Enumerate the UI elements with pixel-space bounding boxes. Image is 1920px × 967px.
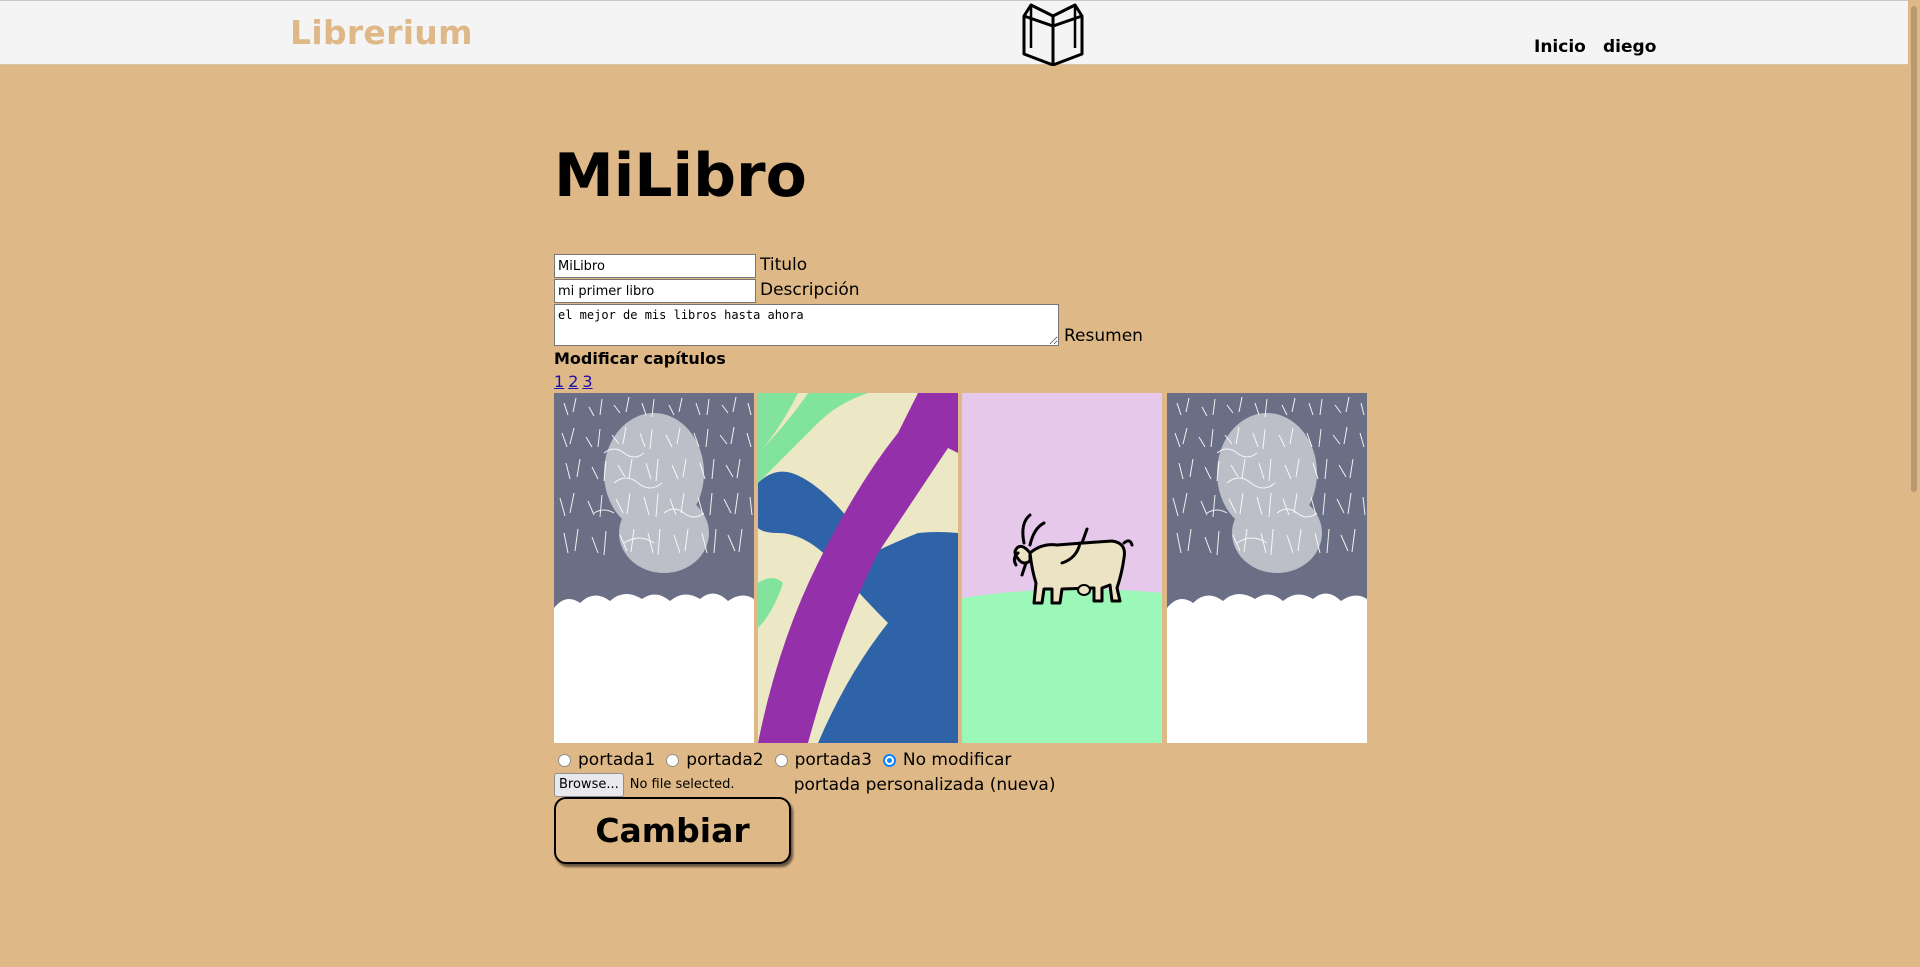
abstract-stripes-cover[interactable] [758, 393, 958, 743]
nav-home-link[interactable]: Inicio [1534, 37, 1586, 57]
summary-label: Resumen [1064, 326, 1143, 346]
cover-options: portada1 portada2 portada3 No modificar [556, 750, 1020, 770]
top-navbar: Librerium Inicio diego [0, 0, 1920, 66]
cover-radio-no-change[interactable] [882, 753, 896, 767]
chapter-link-2[interactable]: 2 [568, 372, 578, 391]
title-input[interactable] [554, 254, 756, 278]
summary-textarea[interactable]: el mejor de mis libros hasta ahora [554, 304, 1059, 346]
chapter-link-3[interactable]: 3 [582, 372, 592, 391]
cover-radio-label-no-change: No modificar [902, 750, 1012, 770]
description-label: Descripción [760, 280, 860, 300]
description-input[interactable] [554, 279, 756, 303]
chapter-links: 123 [554, 372, 597, 391]
snowy-forest-cover[interactable] [1167, 393, 1367, 743]
custom-cover-label: portada personalizada (nueva) [793, 774, 1056, 795]
submit-button[interactable]: Cambiar [554, 797, 791, 864]
nav-user-link[interactable]: diego [1603, 37, 1656, 57]
cover-radio-label-2: portada2 [686, 750, 764, 770]
cover-radio-1[interactable] [558, 753, 571, 767]
cover-radio-3[interactable] [774, 753, 788, 767]
snowy-forest-cover[interactable] [554, 393, 754, 743]
brand-logo-text[interactable]: Librerium [290, 13, 473, 52]
scrollbar-thumb[interactable] [1911, 6, 1917, 492]
cover-radio-label-1: portada1 [578, 750, 656, 770]
chapters-heading: Modificar capítulos [554, 349, 726, 368]
book-icon [1022, 3, 1084, 66]
cover-radio-label-3: portada3 [794, 750, 872, 770]
browse-button[interactable]: Browse... [554, 772, 624, 797]
page-scrollbar[interactable] [1908, 0, 1920, 967]
title-label: Titulo [760, 255, 808, 275]
file-status: No file selected. [629, 777, 735, 792]
page-title: MiLibro [554, 141, 807, 211]
cover-gallery [554, 393, 1367, 743]
custom-cover-upload: Browse... No file selected. portada pers… [554, 772, 1055, 797]
chapter-link-1[interactable]: 1 [554, 372, 564, 391]
cover-radio-2[interactable] [666, 753, 680, 767]
goat-cover[interactable] [962, 393, 1162, 743]
